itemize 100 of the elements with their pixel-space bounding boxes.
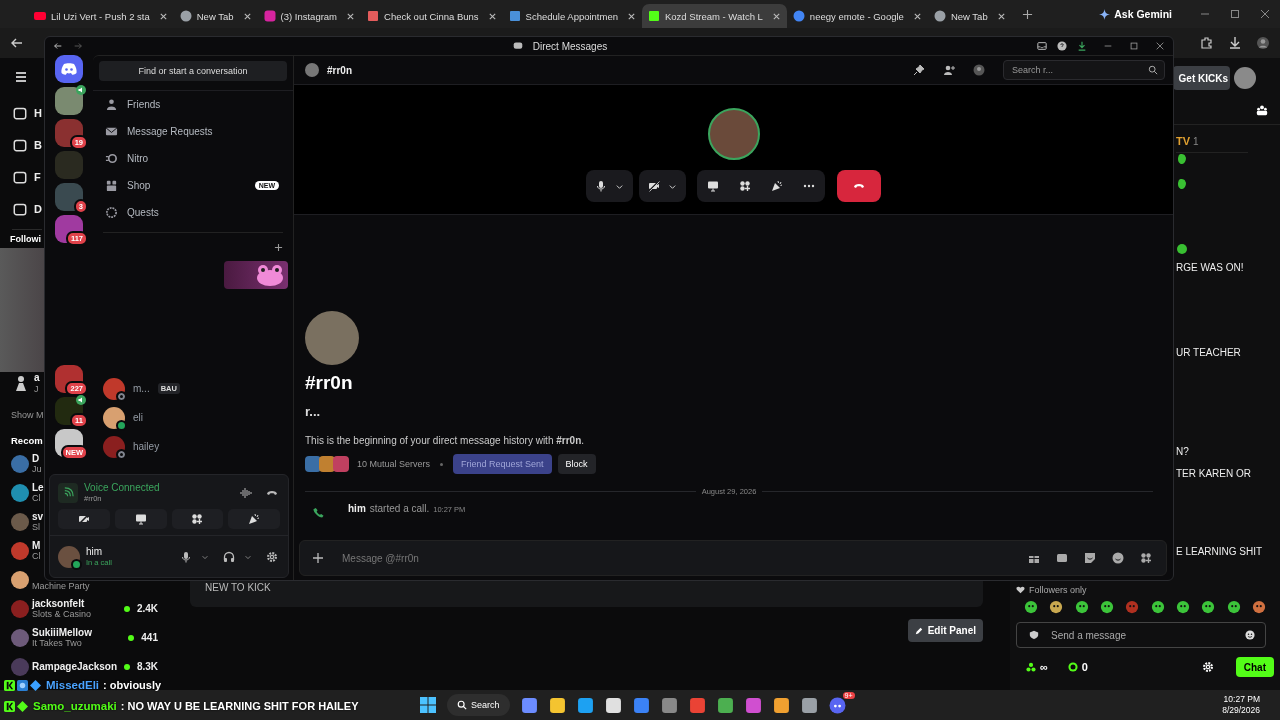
app-icon[interactable] bbox=[772, 696, 790, 714]
mutual-servers-link[interactable]: 10 Mutual Servers bbox=[357, 459, 431, 469]
add-icon[interactable] bbox=[274, 242, 283, 252]
block-button[interactable]: Block bbox=[557, 454, 596, 474]
close-icon[interactable] bbox=[1260, 9, 1270, 19]
message-input[interactable]: Message @#rr0n bbox=[299, 540, 1167, 576]
channel-name[interactable]: D bbox=[32, 452, 42, 465]
menu-icon[interactable] bbox=[14, 70, 28, 84]
windows-start-icon[interactable] bbox=[420, 697, 436, 713]
chat-send-button[interactable]: Chat bbox=[1235, 657, 1274, 677]
dm-item[interactable]: hailey bbox=[93, 432, 293, 461]
help-icon[interactable] bbox=[1057, 41, 1067, 51]
channel-name[interactable]: Le bbox=[32, 481, 44, 494]
emote-icon[interactable] bbox=[1024, 600, 1038, 614]
users-icon[interactable] bbox=[1256, 104, 1268, 116]
close-icon[interactable] bbox=[242, 11, 252, 21]
headphones-icon[interactable] bbox=[223, 550, 235, 563]
nav-label[interactable]: H bbox=[34, 107, 42, 119]
screen-share-icon[interactable] bbox=[707, 180, 719, 192]
browser-tab[interactable]: Lil Uzi Vert - Push 2 sta bbox=[28, 4, 174, 28]
channel-name[interactable]: jacksonfelt bbox=[32, 597, 92, 610]
avatar[interactable] bbox=[11, 541, 29, 560]
extensions-icon[interactable] bbox=[1200, 36, 1214, 50]
hang-up-button[interactable] bbox=[837, 170, 881, 202]
app-icon[interactable] bbox=[576, 696, 594, 714]
close-icon[interactable] bbox=[346, 11, 356, 21]
avatar[interactable] bbox=[58, 545, 80, 568]
apps-icon[interactable] bbox=[1140, 552, 1152, 564]
screen-share-button[interactable] bbox=[114, 509, 167, 529]
dm-item[interactable]: eli bbox=[93, 403, 293, 432]
plus-icon[interactable] bbox=[312, 552, 324, 564]
sticker-icon[interactable] bbox=[1084, 552, 1096, 564]
maximize-icon[interactable] bbox=[1129, 41, 1139, 51]
emoji-icon[interactable] bbox=[1112, 552, 1124, 564]
microphone-control[interactable] bbox=[586, 170, 633, 202]
edit-panel-button[interactable]: Edit Panel bbox=[907, 619, 983, 642]
profile-icon[interactable] bbox=[973, 64, 985, 76]
browser-tab[interactable]: neegy emote - Google bbox=[786, 4, 928, 28]
search-field[interactable]: Search r... bbox=[1003, 60, 1165, 80]
new-tab-icon[interactable] bbox=[1021, 8, 1033, 20]
waveform-icon[interactable] bbox=[240, 486, 252, 499]
channel-name[interactable]: M bbox=[32, 539, 41, 552]
close-icon[interactable] bbox=[912, 11, 922, 21]
taskbar-search[interactable]: Search bbox=[447, 694, 510, 716]
message-input[interactable]: Message @#rr0n bbox=[340, 551, 1012, 565]
message-author[interactable]: him bbox=[348, 503, 366, 514]
emote-icon[interactable] bbox=[1175, 600, 1190, 614]
browser-tab[interactable]: New Tab bbox=[173, 4, 258, 28]
app-icon[interactable] bbox=[604, 696, 622, 714]
close-icon[interactable] bbox=[487, 11, 497, 21]
nav-item[interactable]: Nitro bbox=[93, 145, 293, 172]
browser-tab[interactable]: Kozd Stream - Watch L bbox=[642, 4, 787, 28]
avatar[interactable] bbox=[11, 570, 29, 589]
nav-icon[interactable] bbox=[12, 137, 28, 153]
gif-icon[interactable] bbox=[1056, 552, 1068, 564]
conversation-search-button[interactable]: Find or start a conversation bbox=[99, 61, 287, 81]
discord-app-icon[interactable] bbox=[828, 696, 846, 714]
nav-item[interactable]: Quests bbox=[93, 199, 293, 226]
back-icon[interactable] bbox=[53, 41, 63, 51]
activities-icon[interactable] bbox=[739, 180, 751, 192]
maximize-icon[interactable] bbox=[1230, 9, 1240, 19]
ask-gemini-button[interactable]: Ask Gemini bbox=[1095, 5, 1176, 23]
nav-item[interactable]: Friends bbox=[93, 91, 293, 118]
emote-icon[interactable] bbox=[1251, 600, 1266, 614]
server-icon[interactable] bbox=[55, 87, 83, 115]
emote-icon[interactable] bbox=[1049, 600, 1064, 614]
pin-icon[interactable] bbox=[913, 64, 925, 76]
close-icon[interactable] bbox=[158, 11, 168, 21]
show-more-link[interactable]: Show M bbox=[11, 410, 44, 422]
microphone-icon[interactable] bbox=[180, 550, 192, 563]
activities-button[interactable] bbox=[171, 509, 224, 529]
app-icon[interactable] bbox=[548, 696, 566, 714]
channel-name[interactable]: RampageJackson bbox=[32, 660, 118, 673]
profile-icon[interactable] bbox=[1256, 36, 1270, 50]
download-icon[interactable] bbox=[1228, 36, 1242, 50]
chat-input[interactable]: Send a message bbox=[1016, 622, 1266, 648]
close-icon[interactable] bbox=[996, 11, 1006, 21]
nav-icon[interactable] bbox=[12, 105, 28, 121]
app-icon[interactable] bbox=[520, 696, 538, 714]
avatar[interactable] bbox=[11, 483, 29, 502]
nav-label[interactable]: B bbox=[34, 139, 42, 151]
app-icon[interactable] bbox=[716, 696, 734, 714]
channel-name[interactable]: sv bbox=[32, 510, 44, 523]
app-icon[interactable] bbox=[800, 696, 818, 714]
nav-item[interactable]: Message Requests bbox=[93, 118, 293, 145]
nav-icon[interactable] bbox=[12, 201, 28, 217]
avatar[interactable] bbox=[1234, 67, 1256, 89]
emote-icon[interactable] bbox=[1150, 600, 1165, 614]
get-kicks-button[interactable]: Get KICKs bbox=[1172, 66, 1230, 90]
soundboard-button[interactable] bbox=[228, 509, 280, 529]
nav-icon[interactable] bbox=[12, 169, 28, 185]
nav-label[interactable]: F bbox=[34, 171, 41, 183]
browser-tab[interactable]: New Tab bbox=[927, 4, 1012, 28]
browser-tab[interactable]: Check out Cinna Buns bbox=[361, 4, 503, 28]
download-icon[interactable] bbox=[1077, 41, 1087, 51]
promo-banner[interactable] bbox=[224, 261, 288, 289]
settings-icon[interactable] bbox=[266, 550, 278, 563]
browser-tab[interactable]: (3) Instagram bbox=[257, 4, 362, 28]
avatar[interactable] bbox=[11, 454, 29, 473]
server-icon[interactable] bbox=[55, 55, 83, 83]
